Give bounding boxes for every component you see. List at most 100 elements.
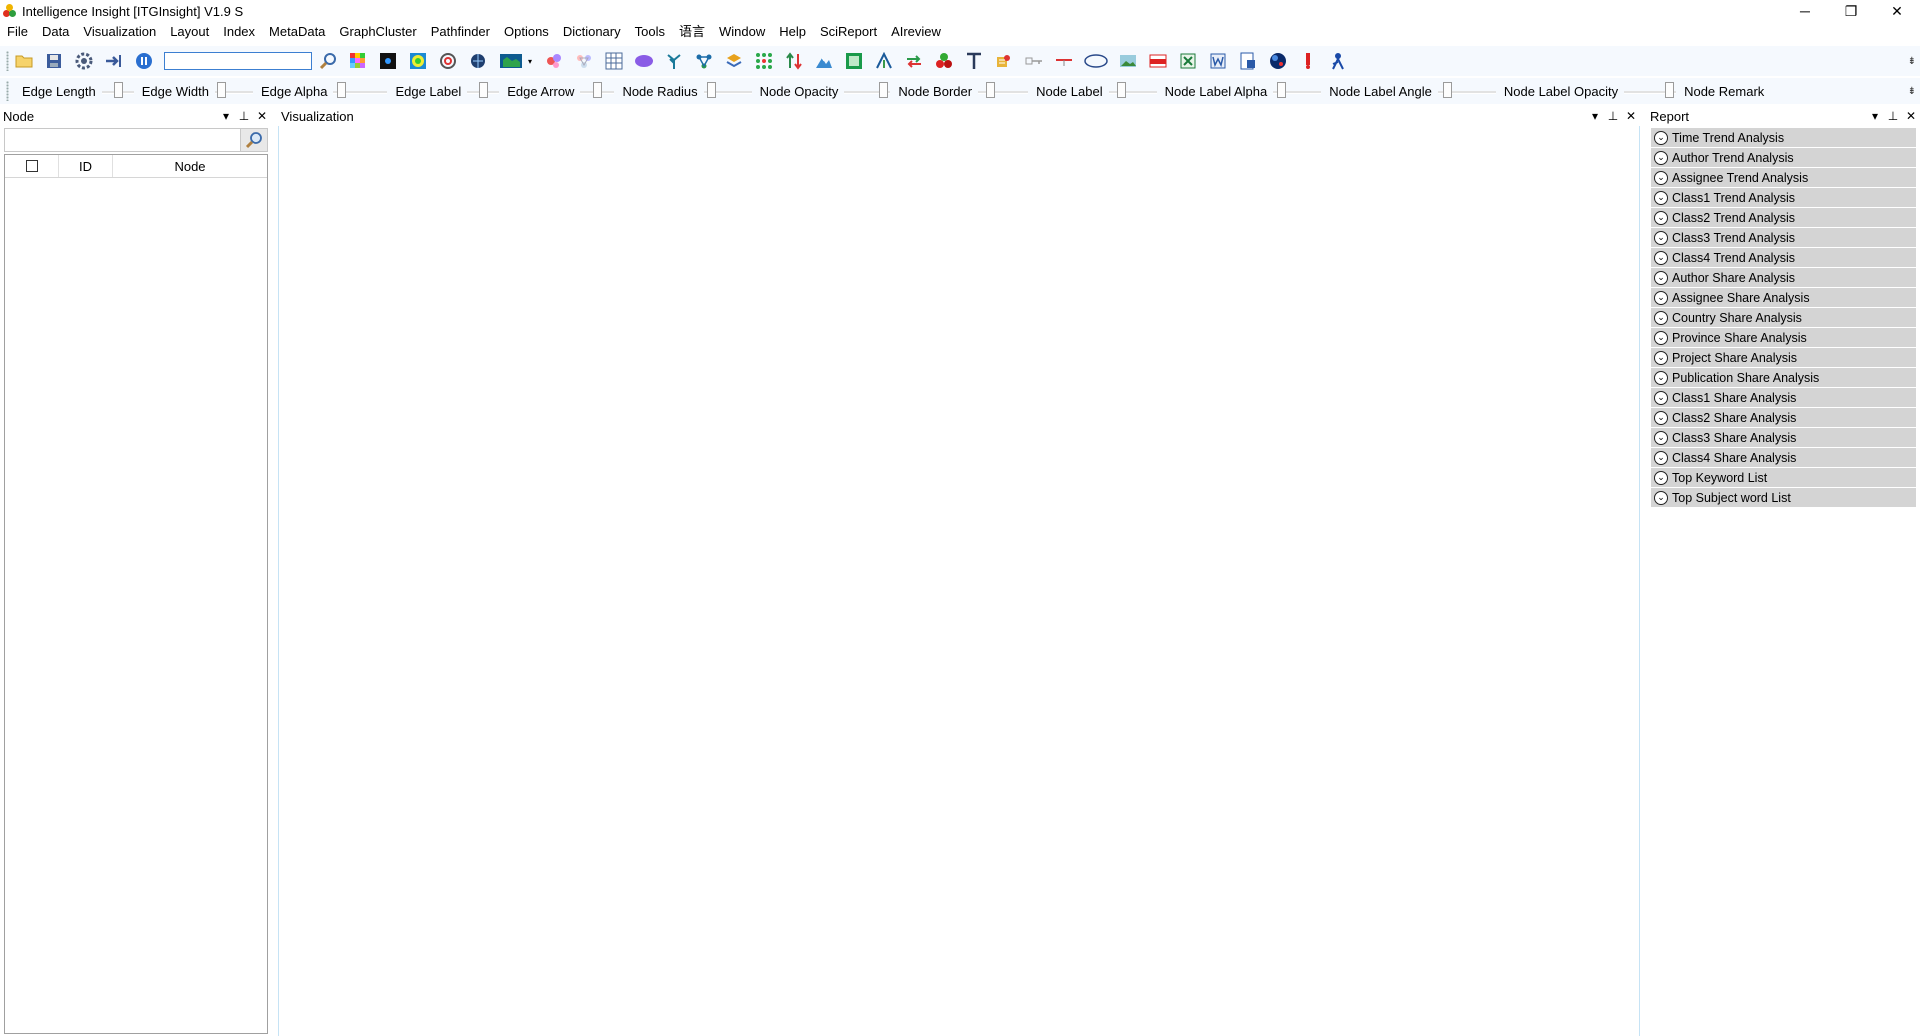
- expand-chevron-icon[interactable]: ⌄: [1654, 170, 1668, 185]
- slider-track[interactable]: [333, 81, 388, 101]
- menu-item-4[interactable]: Index: [216, 22, 262, 42]
- slider-thumb[interactable]: [1442, 82, 1452, 98]
- expand-chevron-icon[interactable]: ⌄: [1654, 410, 1668, 425]
- report-item[interactable]: ⌄ Class2 Trend Analysis: [1651, 208, 1916, 227]
- restore-button[interactable]: ❐: [1828, 0, 1874, 22]
- word-icon[interactable]: [1208, 51, 1228, 71]
- purple-blob-icon[interactable]: [634, 51, 654, 71]
- menu-item-2[interactable]: Visualization: [76, 22, 163, 42]
- black-square-icon[interactable]: [378, 51, 398, 71]
- expand-chevron-icon[interactable]: ⌄: [1654, 490, 1668, 505]
- chevron-down-icon[interactable]: ▾: [1586, 107, 1604, 125]
- toolbar-overflow-icon[interactable]: ⇟: [1908, 56, 1916, 67]
- expand-chevron-icon[interactable]: ⌄: [1654, 390, 1668, 405]
- pin-panel-icon[interactable]: ⊥: [235, 107, 253, 125]
- line-icon[interactable]: [1054, 51, 1074, 71]
- slider-track[interactable]: [101, 81, 134, 101]
- select-all-checkbox[interactable]: [25, 160, 38, 172]
- slider-thumb[interactable]: [706, 82, 716, 98]
- menu-item-13[interactable]: Help: [772, 22, 813, 42]
- toolbar-search-input[interactable]: [164, 52, 312, 70]
- slider-track[interactable]: [1273, 81, 1322, 101]
- layers-icon[interactable]: [724, 51, 744, 71]
- close-icon[interactable]: ✕: [253, 107, 271, 125]
- report-item[interactable]: ⌄ Author Trend Analysis: [1651, 148, 1916, 167]
- export-icon[interactable]: [104, 51, 124, 71]
- map-icon[interactable]: [498, 51, 524, 71]
- report-item[interactable]: ⌄ Class2 Share Analysis: [1651, 408, 1916, 427]
- expand-chevron-icon[interactable]: ⌄: [1654, 230, 1668, 245]
- report-item[interactable]: ⌄ Time Trend Analysis: [1651, 128, 1916, 147]
- person-icon[interactable]: [1328, 51, 1348, 71]
- slider-thumb[interactable]: [337, 82, 347, 98]
- menu-item-15[interactable]: AIreview: [884, 22, 948, 42]
- expand-chevron-icon[interactable]: ⌄: [1654, 150, 1668, 165]
- report-item[interactable]: ⌄ Class3 Share Analysis: [1651, 428, 1916, 447]
- column-header-node[interactable]: Node: [113, 155, 267, 177]
- report-item[interactable]: ⌄ Class1 Share Analysis: [1651, 388, 1916, 407]
- color-grid-icon[interactable]: [348, 51, 368, 71]
- report-item[interactable]: ⌄ Class4 Share Analysis: [1651, 448, 1916, 467]
- menu-item-5[interactable]: MetaData: [262, 22, 332, 42]
- report-item[interactable]: ⌄ Author Share Analysis: [1651, 268, 1916, 287]
- key-icon[interactable]: [1024, 51, 1044, 71]
- report-item[interactable]: ⌄ Publication Share Analysis: [1651, 368, 1916, 387]
- slider-thumb[interactable]: [1116, 82, 1126, 98]
- globe-icon[interactable]: [468, 51, 488, 71]
- ellipse-icon[interactable]: [1084, 51, 1108, 71]
- expand-chevron-icon[interactable]: ⌄: [1654, 310, 1668, 325]
- slider-track[interactable]: [1624, 81, 1677, 101]
- report-item[interactable]: ⌄ Top Subject word List: [1651, 488, 1916, 507]
- expand-chevron-icon[interactable]: ⌄: [1654, 250, 1668, 265]
- cherries-icon[interactable]: [934, 51, 954, 71]
- expand-chevron-icon[interactable]: ⌄: [1654, 470, 1668, 485]
- pin-panel-icon[interactable]: ⊥: [1604, 107, 1622, 125]
- slider-track[interactable]: [214, 81, 253, 101]
- chevron-down-icon[interactable]: ▾: [217, 107, 235, 125]
- pin-panel-icon[interactable]: ⊥: [1884, 107, 1902, 125]
- text-icon[interactable]: [964, 51, 984, 71]
- menu-item-9[interactable]: Dictionary: [556, 22, 628, 42]
- slider-track[interactable]: [467, 81, 500, 101]
- dropdown-arrow-icon[interactable]: ▾: [526, 51, 534, 71]
- slider-track[interactable]: [844, 81, 891, 101]
- arrows-icon[interactable]: [784, 51, 804, 71]
- report-icon[interactable]: [1238, 51, 1258, 71]
- column-header-id[interactable]: ID: [59, 155, 113, 177]
- expand-chevron-icon[interactable]: ⌄: [1654, 330, 1668, 345]
- expand-chevron-icon[interactable]: ⌄: [1654, 270, 1668, 285]
- graph-icon[interactable]: [694, 51, 714, 71]
- report-item[interactable]: ⌄ Class1 Trend Analysis: [1651, 188, 1916, 207]
- slider-thumb[interactable]: [1277, 82, 1287, 98]
- slider-thumb[interactable]: [593, 82, 603, 98]
- close-window-button[interactable]: ✕: [1874, 0, 1920, 22]
- color-ring-icon[interactable]: [408, 51, 428, 71]
- expand-chevron-icon[interactable]: ⌄: [1654, 350, 1668, 365]
- close-icon[interactable]: ✕: [1902, 107, 1920, 125]
- slider-thumb[interactable]: [986, 82, 996, 98]
- report-item[interactable]: ⌄ Province Share Analysis: [1651, 328, 1916, 347]
- settings-gear-icon[interactable]: [74, 51, 94, 71]
- close-icon[interactable]: ✕: [1622, 107, 1640, 125]
- menu-item-12[interactable]: Window: [712, 22, 772, 42]
- circle-layout-icon[interactable]: [438, 51, 458, 71]
- slider-track[interactable]: [978, 81, 1029, 101]
- expand-chevron-icon[interactable]: ⌄: [1654, 450, 1668, 465]
- report-item[interactable]: ⌄ Country Share Analysis: [1651, 308, 1916, 327]
- expand-chevron-icon[interactable]: ⌄: [1654, 370, 1668, 385]
- search-button[interactable]: [240, 129, 267, 151]
- chevron-down-icon[interactable]: ▾: [1866, 107, 1884, 125]
- pin-icon[interactable]: [1298, 51, 1318, 71]
- expand-chevron-icon[interactable]: ⌄: [1654, 290, 1668, 305]
- report-item[interactable]: ⌄ Project Share Analysis: [1651, 348, 1916, 367]
- menu-item-3[interactable]: Layout: [163, 22, 216, 42]
- report-item[interactable]: ⌄ Class3 Trend Analysis: [1651, 228, 1916, 247]
- cluster-bubbles-icon[interactable]: [544, 51, 564, 71]
- slider-thumb[interactable]: [113, 82, 123, 98]
- slider-toolbar-overflow-icon[interactable]: ⇟: [1908, 86, 1916, 97]
- sphere-icon[interactable]: [1268, 51, 1288, 71]
- menu-item-14[interactable]: SciReport: [813, 22, 884, 42]
- expand-chevron-icon[interactable]: ⌄: [1654, 130, 1668, 145]
- node-search-input[interactable]: [5, 129, 240, 151]
- dot-matrix-icon[interactable]: [754, 51, 774, 71]
